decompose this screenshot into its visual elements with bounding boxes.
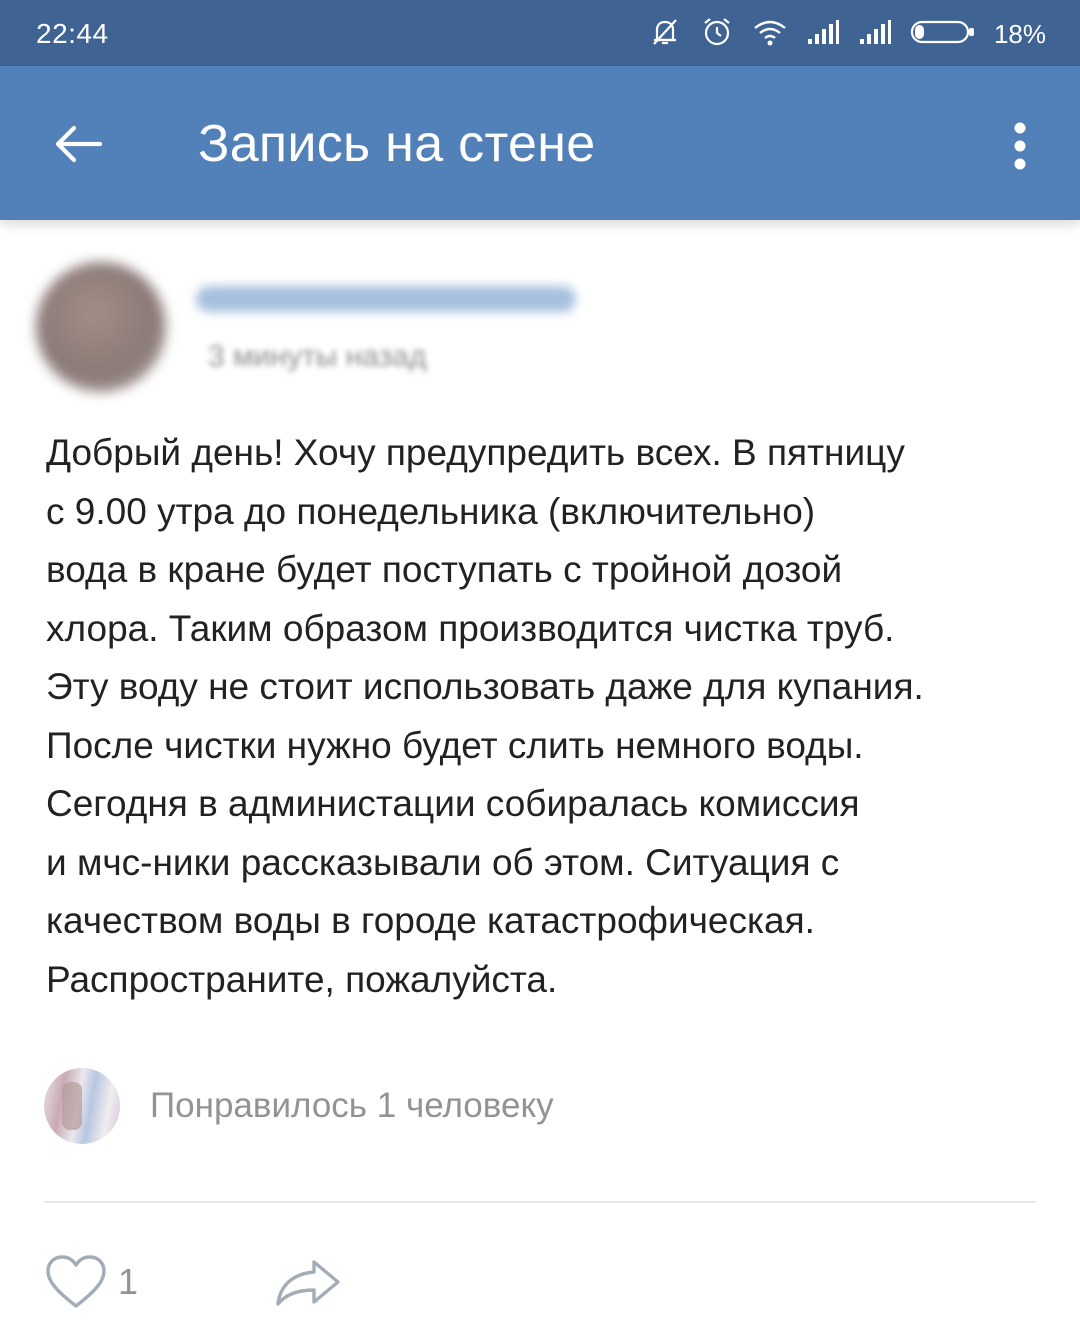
page-title: Запись на стене: [198, 115, 596, 173]
post-text-line: Распространите, пожалуйста.: [46, 958, 558, 1000]
battery-percent: 18%: [993, 18, 1046, 49]
likes-text: Понравилось 1 человеку: [150, 1086, 554, 1125]
status-icons: 18%: [648, 14, 1046, 54]
post-text-line: качеством воды в городе катастрофическая…: [46, 900, 815, 941]
like-count: 1: [118, 1261, 139, 1302]
arrow-left-icon: [55, 125, 103, 163]
post-text-line: После чистки нужно будет слить немного в…: [46, 724, 864, 766]
share-button[interactable]: [274, 1250, 344, 1314]
signal-icon: [806, 19, 840, 50]
post-time: 3 минуты назад: [208, 340, 427, 373]
likes-summary[interactable]: Понравилось 1 человеку: [44, 1068, 554, 1144]
author-avatar[interactable]: [36, 262, 166, 392]
wifi-icon: [752, 17, 788, 52]
share-arrow-icon: [276, 1260, 340, 1306]
post-text-line: Добрый день! Хочу предупредить всех. В п…: [46, 432, 905, 473]
divider: [44, 1201, 1036, 1203]
post-text-line: с 9.00 утра до понедельника (включительн…: [46, 490, 816, 532]
post-text-line: хлора. Таким образом производится чистка…: [46, 607, 895, 649]
more-menu-button[interactable]: [1000, 114, 1040, 178]
post-text-line: вода в кране будет поступать с тройной д…: [46, 549, 843, 590]
like-button[interactable]: 1: [44, 1250, 138, 1314]
heart-icon: [46, 1255, 106, 1308]
post-text: Добрый день! Хочу предупредить всех. В п…: [46, 424, 1046, 1009]
alarm-icon: [700, 15, 734, 54]
status-bar: 22:44 18%: [0, 0, 1080, 66]
bell-muted-icon: [648, 16, 682, 53]
post-text-line: Эту воду не стоит использовать даже для …: [46, 666, 924, 707]
clock: 22:44: [36, 18, 109, 49]
author-name[interactable]: [196, 286, 576, 312]
app-bar: Запись на стене: [0, 66, 1080, 220]
more-vertical-icon: [1014, 122, 1026, 170]
battery-icon: [910, 19, 976, 50]
liker-avatar: [44, 1068, 120, 1144]
signal-icon: [858, 19, 892, 50]
post-text-line: и мчс-ники рассказывали об этом. Ситуаци…: [46, 841, 840, 883]
post-text-line: Сегодня в администации собиралась комисс…: [46, 783, 860, 824]
back-button[interactable]: [46, 112, 110, 176]
